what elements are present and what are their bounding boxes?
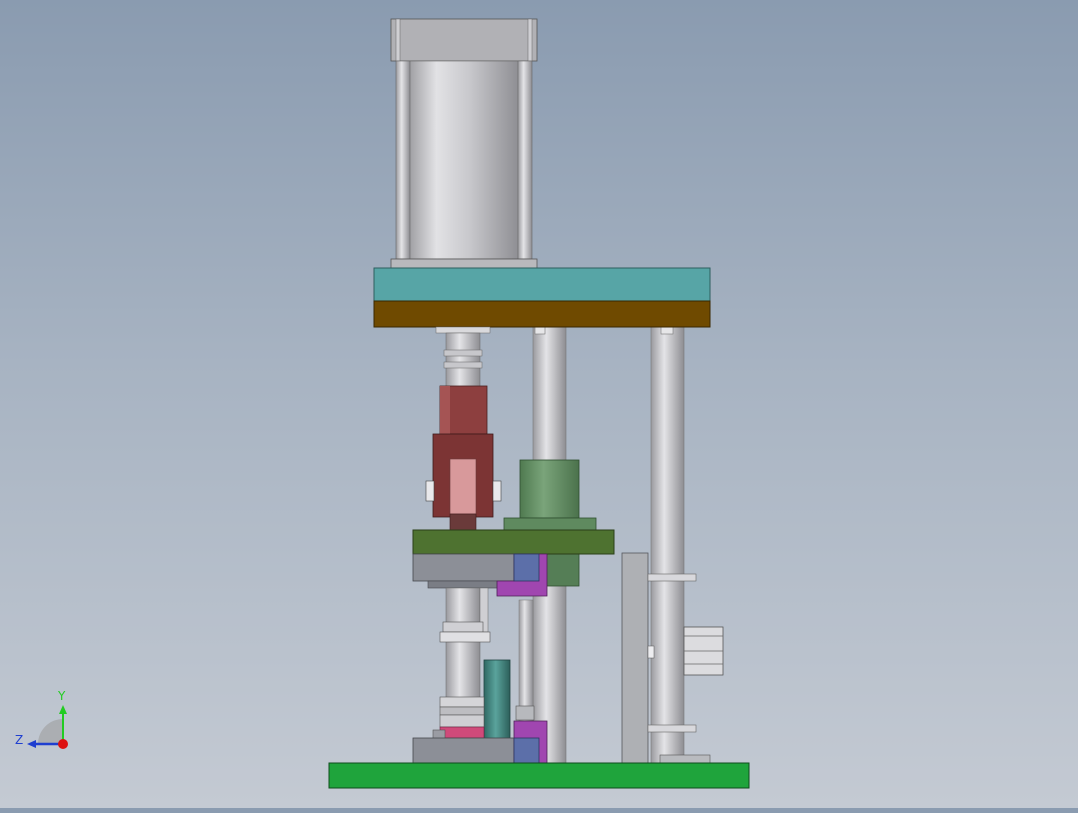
x-axis-origin-icon: [58, 739, 68, 749]
y-axis-label: Y: [57, 689, 66, 703]
triad-arc: [38, 719, 63, 744]
clevis-joint: [425, 385, 502, 531]
model-view[interactable]: Y Z: [0, 0, 1078, 808]
press-plate: [412, 529, 615, 555]
guide-post-right: [650, 325, 685, 765]
cad-viewport[interactable]: Y Z: [0, 0, 1078, 808]
piston-rod: [435, 326, 491, 388]
lower-die: [412, 696, 548, 764]
mid-plate: [373, 300, 711, 328]
z-arrowhead-icon: [27, 740, 36, 748]
z-axis-label: Z: [15, 733, 23, 747]
y-arrowhead-icon: [59, 705, 67, 714]
top-plate: [373, 267, 711, 302]
air-cylinder: [390, 18, 538, 269]
base-plate: [328, 762, 750, 789]
orientation-triad[interactable]: Y Z: [15, 689, 68, 749]
teal-post: [483, 659, 511, 741]
